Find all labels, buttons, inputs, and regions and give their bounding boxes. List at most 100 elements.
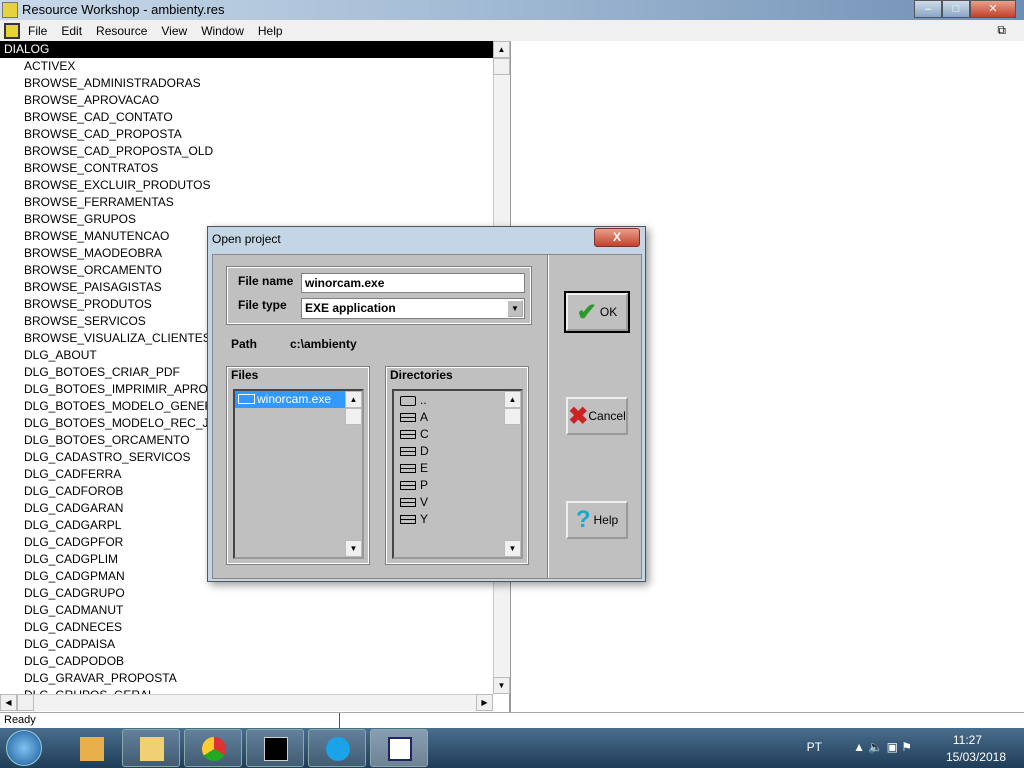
scroll-thumb[interactable] <box>493 58 510 75</box>
menu-view[interactable]: View <box>161 24 187 38</box>
file-type-label: File type <box>238 298 287 312</box>
dirs-scroll-thumb[interactable] <box>504 408 521 425</box>
list-header-dialog[interactable]: DIALOG <box>0 41 493 58</box>
files-scroll-down-icon[interactable]: ▼ <box>345 540 362 557</box>
files-list[interactable]: winorcam.exe ▲ ▼ <box>233 389 364 559</box>
menu-edit[interactable]: Edit <box>61 24 82 38</box>
clock-time[interactable]: 11:27 <box>953 733 982 747</box>
directory-item[interactable]: C <box>394 426 521 443</box>
menu-bar: File Edit Resource View Window Help ⧉ <box>0 20 1024 41</box>
file-item-label: winorcam.exe <box>257 392 332 406</box>
directory-label: C <box>420 427 429 441</box>
directory-item[interactable]: V <box>394 494 521 511</box>
title-bar: Resource Workshop - ambienty.res – □ ✕ <box>0 0 1024 20</box>
ok-button[interactable]: ✔ OK <box>564 291 630 333</box>
directory-label: P <box>420 478 429 492</box>
files-label: Files <box>231 368 259 382</box>
drive-icon <box>400 447 416 456</box>
list-item[interactable]: DLG_CADGRUPO <box>0 585 493 602</box>
directory-label: A <box>420 410 429 424</box>
menu-resource[interactable]: Resource <box>96 24 147 38</box>
files-scroll-thumb[interactable] <box>345 408 362 425</box>
tray-icons[interactable]: ▲ 🔈 ▣ ⚑ <box>853 740 912 754</box>
directory-item[interactable]: E <box>394 460 521 477</box>
list-item[interactable]: DLG_GRAVAR_PROPOSTA <box>0 670 493 687</box>
checkmark-icon: ✔ <box>576 298 597 326</box>
list-item[interactable]: DLG_CADMANUT <box>0 602 493 619</box>
start-button[interactable] <box>6 730 42 766</box>
file-type-select[interactable]: EXE application ▼ <box>301 298 525 319</box>
dirs-scroll-up-icon[interactable]: ▲ <box>504 391 521 408</box>
taskbar-explorer[interactable] <box>122 729 180 767</box>
hscroll-thumb[interactable] <box>17 694 34 711</box>
cancel-label: Cancel <box>588 409 626 423</box>
close-button[interactable]: ✕ <box>970 0 1016 18</box>
list-item[interactable]: BROWSE_FERRAMENTAS <box>0 194 493 211</box>
drive-icon <box>400 413 416 422</box>
menu-file[interactable]: File <box>28 24 47 38</box>
document-icon[interactable] <box>4 22 20 39</box>
cancel-button[interactable]: ✖ Cancel <box>566 397 628 435</box>
directories-list[interactable]: .. A C D E P V Y ▲ ▼ <box>392 389 523 559</box>
scroll-right-icon[interactable]: ▶ <box>476 694 493 711</box>
chevron-down-icon[interactable]: ▼ <box>507 300 523 317</box>
taskbar: PT ▲ 🔈 ▣ ⚑ 11:27 15/03/2018 <box>0 728 1024 768</box>
file-item[interactable]: winorcam.exe <box>235 391 347 408</box>
directory-item[interactable]: .. <box>394 392 521 409</box>
horizontal-scrollbar[interactable]: ◀ ▶ <box>0 694 493 711</box>
list-item[interactable]: ACTIVEX <box>0 58 493 75</box>
list-item[interactable]: BROWSE_CAD_CONTATO <box>0 109 493 126</box>
list-item[interactable]: BROWSE_CAD_PROPOSTA <box>0 126 493 143</box>
list-item[interactable]: DLG_CADPAISA <box>0 636 493 653</box>
directory-item[interactable]: D <box>394 443 521 460</box>
directory-label: .. <box>420 393 427 407</box>
directory-label: V <box>420 495 429 509</box>
dirs-scroll-down-icon[interactable]: ▼ <box>504 540 521 557</box>
list-item[interactable]: DLG_CADNECES <box>0 619 493 636</box>
clock-date[interactable]: 15/03/2018 <box>946 750 1006 764</box>
files-scroll-up-icon[interactable]: ▲ <box>345 391 362 408</box>
list-item[interactable]: BROWSE_CONTRATOS <box>0 160 493 177</box>
scroll-down-icon[interactable]: ▼ <box>493 677 510 694</box>
taskbar-skype[interactable] <box>308 729 366 767</box>
directory-item[interactable]: Y <box>394 511 521 528</box>
directory-item[interactable]: A <box>394 409 521 426</box>
taskbar-chrome[interactable] <box>184 729 242 767</box>
taskbar-cmd[interactable] <box>246 729 304 767</box>
list-item[interactable]: DLG_CADPODOB <box>0 653 493 670</box>
list-item[interactable]: BROWSE_APROVACAO <box>0 92 493 109</box>
directory-label: D <box>420 444 429 458</box>
ok-label: OK <box>599 305 618 319</box>
directory-label: E <box>420 461 429 475</box>
taskbar-resource-workshop[interactable] <box>370 729 428 767</box>
list-item[interactable]: BROWSE_CAD_PROPOSTA_OLD <box>0 143 493 160</box>
directory-item[interactable]: P <box>394 477 521 494</box>
directory-label: Y <box>420 512 429 526</box>
drive-icon <box>400 498 416 507</box>
list-item[interactable]: BROWSE_EXCLUIR_PRODUTOS <box>0 177 493 194</box>
list-item[interactable]: DLG_GRUPOS_GERAL <box>0 687 493 694</box>
status-bar: Ready <box>0 712 1024 729</box>
directories-label: Directories <box>390 368 453 382</box>
window-title: Resource Workshop - ambienty.res <box>22 2 225 17</box>
drive-icon <box>400 515 416 524</box>
drive-icon <box>400 481 416 490</box>
x-icon: ✖ <box>568 402 589 430</box>
list-item[interactable]: BROWSE_ADMINISTRADORAS <box>0 75 493 92</box>
language-indicator[interactable]: PT <box>807 740 822 754</box>
drive-icon <box>400 430 416 439</box>
scroll-left-icon[interactable]: ◀ <box>0 694 17 711</box>
file-name-input[interactable]: winorcam.exe <box>301 273 525 293</box>
file-name-label: File name <box>238 274 294 288</box>
minimize-button[interactable]: – <box>914 0 942 18</box>
maximize-button[interactable]: □ <box>942 0 970 18</box>
restore-icon[interactable]: ⧉ <box>997 23 1006 38</box>
dialog-close-button[interactable]: X <box>594 228 640 247</box>
help-button[interactable]: ? Help <box>566 501 628 539</box>
menu-help[interactable]: Help <box>258 24 283 38</box>
help-label: Help <box>593 513 619 527</box>
taskbar-outlook[interactable] <box>62 729 120 767</box>
question-icon: ? <box>575 506 591 533</box>
scroll-up-icon[interactable]: ▲ <box>493 41 510 58</box>
menu-window[interactable]: Window <box>201 24 244 38</box>
